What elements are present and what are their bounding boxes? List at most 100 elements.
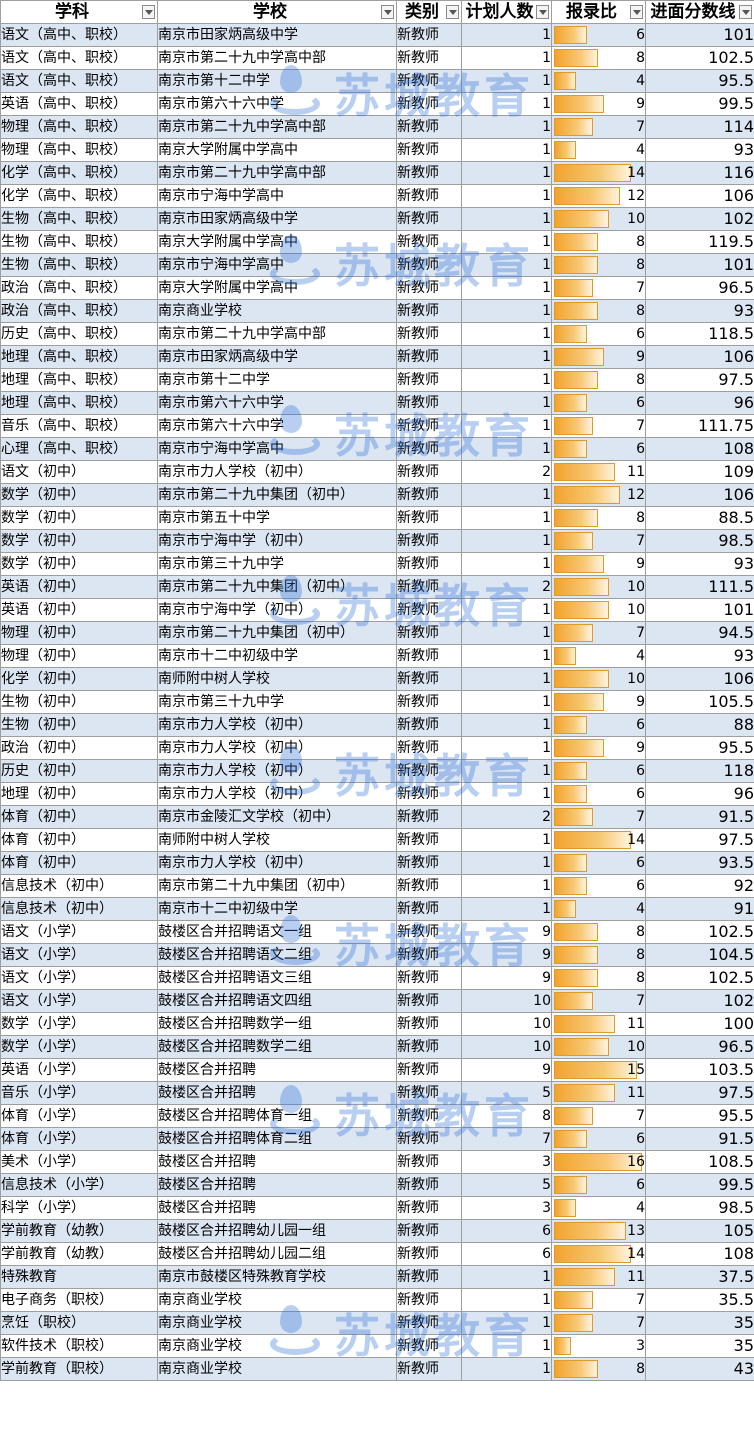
filter-dropdown-icon[interactable] [446,5,459,19]
ratio-cell[interactable]: 8 [551,230,646,254]
subject-cell[interactable]: 生物（高中、职校） [0,207,158,231]
subject-cell[interactable]: 数学（初中） [0,506,158,530]
ratio-cell[interactable]: 6 [551,391,646,415]
school-cell[interactable]: 鼓楼区合并招聘 [157,1058,397,1082]
category-cell[interactable]: 新教师 [396,1081,462,1105]
score-cell[interactable]: 99.5 [645,1173,754,1197]
school-cell[interactable]: 南京大学附属中学高中 [157,138,397,162]
plan-cell[interactable]: 1 [461,322,552,346]
plan-cell[interactable]: 6 [461,1219,552,1243]
plan-cell[interactable]: 1 [461,598,552,622]
school-cell[interactable]: 鼓楼区合并招聘体育二组 [157,1127,397,1151]
score-cell[interactable]: 91 [645,897,754,921]
ratio-cell[interactable]: 7 [551,414,646,438]
ratio-cell[interactable]: 6 [551,322,646,346]
plan-cell[interactable]: 7 [461,1127,552,1151]
score-cell[interactable]: 106 [645,345,754,369]
plan-cell[interactable]: 1 [461,115,552,139]
subject-cell[interactable]: 语文（初中） [0,460,158,484]
category-cell[interactable]: 新教师 [396,552,462,576]
subject-cell[interactable]: 心理（高中、职校） [0,437,158,461]
ratio-cell[interactable]: 7 [551,989,646,1013]
plan-cell[interactable]: 8 [461,1104,552,1128]
plan-cell[interactable]: 1 [461,483,552,507]
plan-cell[interactable]: 1 [461,138,552,162]
score-cell[interactable]: 88.5 [645,506,754,530]
score-cell[interactable]: 98.5 [645,1196,754,1220]
ratio-cell[interactable]: 16 [551,1150,646,1174]
score-cell[interactable]: 96.5 [645,1035,754,1059]
ratio-cell[interactable]: 6 [551,759,646,783]
subject-cell[interactable]: 信息技术（初中） [0,897,158,921]
ratio-cell[interactable]: 7 [551,1311,646,1335]
subject-cell[interactable]: 物理（高中、职校） [0,138,158,162]
score-cell[interactable]: 118.5 [645,322,754,346]
school-cell[interactable]: 南京市力人学校（初中） [157,736,397,760]
ratio-cell[interactable]: 4 [551,644,646,668]
subject-cell[interactable]: 体育（小学） [0,1104,158,1128]
school-cell[interactable]: 鼓楼区合并招聘幼儿园一组 [157,1219,397,1243]
ratio-cell[interactable]: 11 [551,1081,646,1105]
ratio-cell[interactable]: 8 [551,299,646,323]
score-cell[interactable]: 102.5 [645,46,754,70]
plan-cell[interactable]: 1 [461,253,552,277]
school-cell[interactable]: 南京市田家炳高级中学 [157,207,397,231]
school-cell[interactable]: 南京市宁海中学（初中） [157,598,397,622]
subject-cell[interactable]: 数学（初中） [0,552,158,576]
score-cell[interactable]: 96 [645,782,754,806]
category-cell[interactable]: 新教师 [396,230,462,254]
subject-cell[interactable]: 英语（初中） [0,598,158,622]
ratio-cell[interactable]: 8 [551,506,646,530]
score-cell[interactable]: 116 [645,161,754,185]
score-cell[interactable]: 97.5 [645,1081,754,1105]
ratio-cell[interactable]: 13 [551,1219,646,1243]
ratio-cell[interactable]: 9 [551,92,646,116]
plan-cell[interactable]: 1 [461,851,552,875]
school-cell[interactable]: 南京市十二中初级中学 [157,897,397,921]
school-cell[interactable]: 南京市宁海中学高中 [157,437,397,461]
school-cell[interactable]: 南京市第二十九中集团（初中） [157,483,397,507]
plan-cell[interactable]: 3 [461,1196,552,1220]
school-cell[interactable]: 鼓楼区合并招聘体育一组 [157,1104,397,1128]
school-cell[interactable]: 南师附中树人学校 [157,667,397,691]
subject-cell[interactable]: 数学（初中） [0,529,158,553]
plan-cell[interactable]: 1 [461,391,552,415]
school-cell[interactable]: 鼓楼区合并招聘 [157,1173,397,1197]
ratio-cell[interactable]: 15 [551,1058,646,1082]
category-cell[interactable]: 新教师 [396,874,462,898]
category-cell[interactable]: 新教师 [396,644,462,668]
subject-cell[interactable]: 物理（初中） [0,644,158,668]
plan-cell[interactable]: 1 [461,506,552,530]
subject-cell[interactable]: 地理（初中） [0,782,158,806]
subject-cell[interactable]: 化学（高中、职校） [0,184,158,208]
school-cell[interactable]: 南京市第十二中学 [157,69,397,93]
subject-cell[interactable]: 电子商务（职校） [0,1288,158,1312]
subject-cell[interactable]: 政治（高中、职校） [0,276,158,300]
ratio-cell[interactable]: 7 [551,1288,646,1312]
plan-cell[interactable]: 1 [461,552,552,576]
plan-cell[interactable]: 1 [461,207,552,231]
score-cell[interactable]: 100 [645,1012,754,1036]
ratio-cell[interactable]: 7 [551,805,646,829]
category-cell[interactable]: 新教师 [396,851,462,875]
subject-cell[interactable]: 烹饪（职校） [0,1311,158,1335]
category-cell[interactable]: 新教师 [396,1150,462,1174]
score-cell[interactable]: 35.5 [645,1288,754,1312]
ratio-cell[interactable]: 10 [551,598,646,622]
school-cell[interactable]: 鼓楼区合并招聘 [157,1150,397,1174]
category-cell[interactable]: 新教师 [396,1357,462,1381]
school-cell[interactable]: 南京市力人学校（初中） [157,713,397,737]
plan-cell[interactable]: 5 [461,1173,552,1197]
school-cell[interactable]: 南京市宁海中学高中 [157,253,397,277]
plan-cell[interactable]: 1 [461,644,552,668]
score-cell[interactable]: 93 [645,299,754,323]
category-cell[interactable]: 新教师 [396,1058,462,1082]
score-cell[interactable]: 106 [645,483,754,507]
score-cell[interactable]: 111.5 [645,575,754,599]
plan-cell[interactable]: 10 [461,1035,552,1059]
ratio-cell[interactable]: 4 [551,897,646,921]
school-cell[interactable]: 南京市金陵汇文学校（初中） [157,805,397,829]
subject-cell[interactable]: 物理（高中、职校） [0,115,158,139]
score-cell[interactable]: 97.5 [645,368,754,392]
ratio-cell[interactable]: 11 [551,1012,646,1036]
